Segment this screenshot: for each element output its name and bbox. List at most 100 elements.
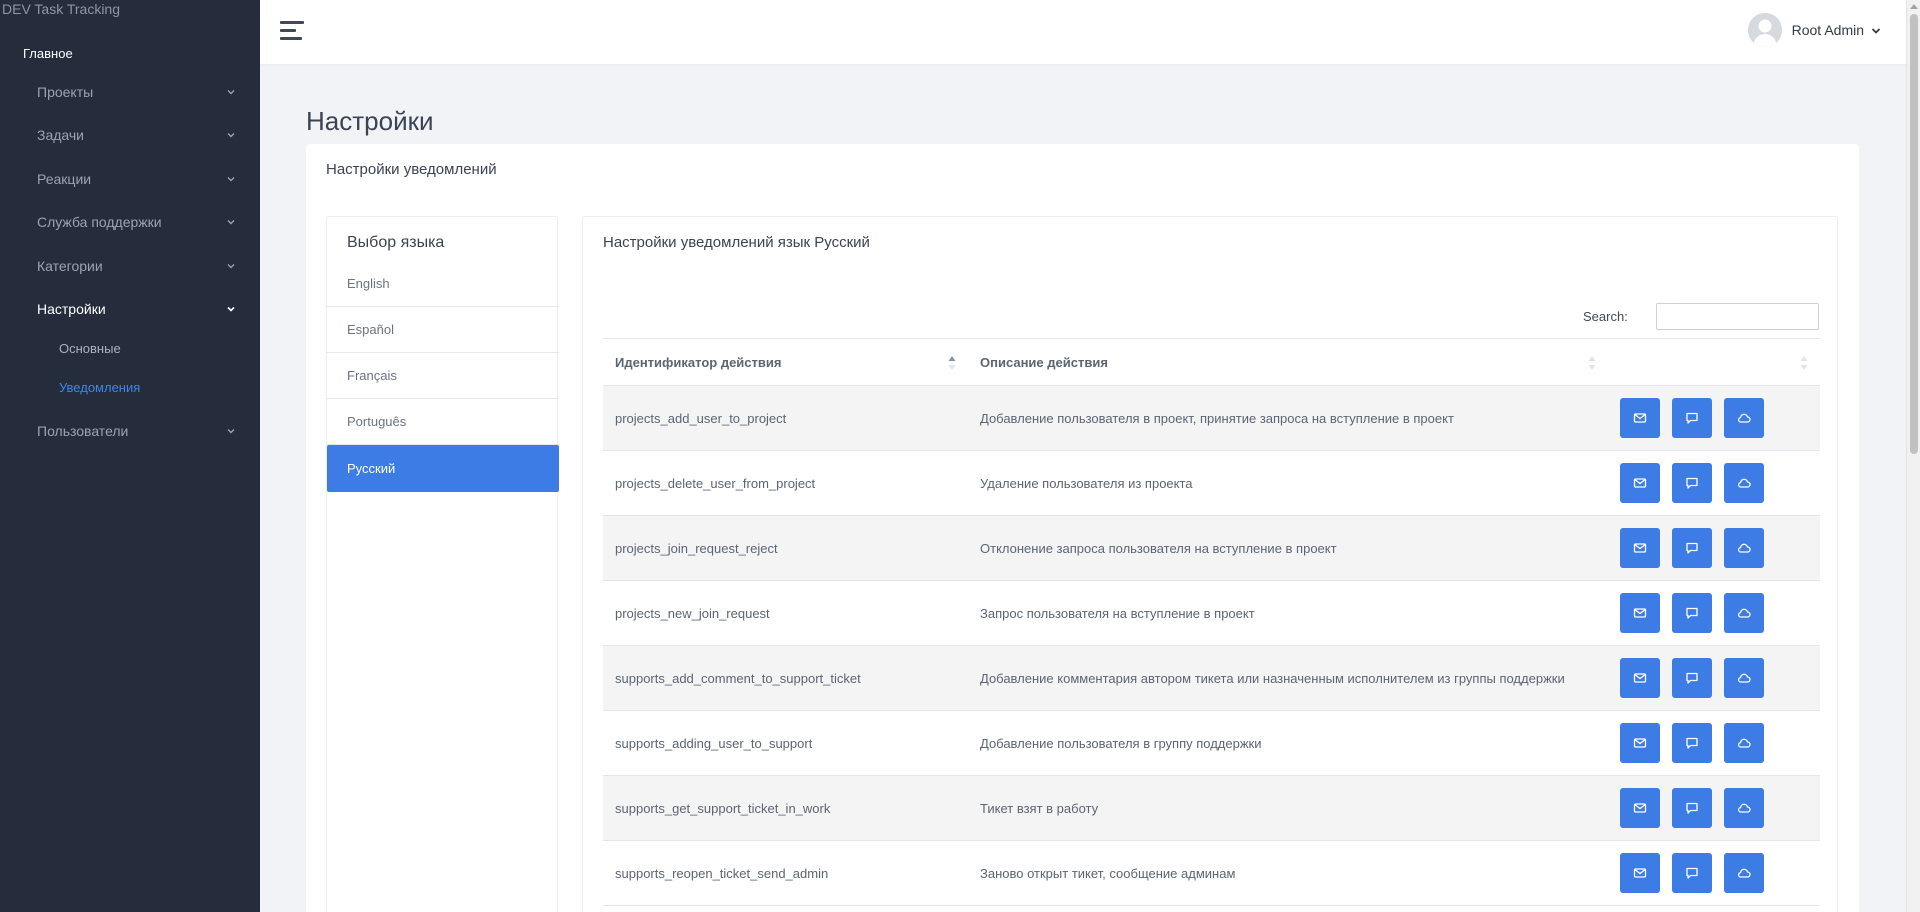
mail-icon [1633,738,1647,748]
page-scrollbar[interactable] [1906,0,1920,912]
cloud-notification-button[interactable] [1724,658,1764,698]
chat-notification-button[interactable] [1672,658,1712,698]
sidebar: DEV Task Tracking Главное Проекты Задачи… [0,0,260,912]
cloud-notification-button[interactable] [1724,398,1764,438]
cloud-icon [1737,478,1751,488]
notification-settings-card: Настройки уведомлений Выбор языка Englis… [306,144,1859,912]
cloud-notification-button[interactable] [1724,853,1764,893]
sidebar-subitem-notifications[interactable]: Уведомления [59,380,140,395]
language-selector-card: Выбор языка English Español Français Por… [326,216,559,912]
language-item-french[interactable]: Français [327,353,559,399]
top-bar: Root Admin [260,0,1906,64]
cloud-icon [1737,673,1751,683]
app-brand[interactable]: DEV Task Tracking [2,1,120,17]
chat-icon [1686,542,1698,554]
card-title: Настройки уведомлений [326,161,497,178]
email-notification-button[interactable] [1620,463,1660,503]
actions-cell [1608,516,1820,581]
email-notification-button[interactable] [1620,853,1660,893]
sidebar-section-title: Главное [23,46,73,61]
cloud-icon [1737,803,1751,813]
sidebar-item-users[interactable]: Пользователи [37,419,237,443]
chevron-down-icon [1870,24,1882,36]
sort-icon [1800,356,1808,370]
table-row: projects_new_join_request Запрос пользов… [603,581,1820,646]
chat-notification-button[interactable] [1672,788,1712,828]
chevron-down-icon [225,302,237,314]
sort-ascending-icon [948,356,956,370]
search-label: Search: [1583,309,1628,324]
chat-notification-button[interactable] [1672,528,1712,568]
cloud-notification-button[interactable] [1724,593,1764,633]
sidebar-item-support[interactable]: Служба поддержки [37,210,237,234]
sidebar-item-label: Задачи [37,127,85,143]
sidebar-item-categories[interactable]: Категории [37,254,237,278]
chat-icon [1686,607,1698,619]
email-notification-button[interactable] [1620,593,1660,633]
language-item-spanish[interactable]: Español [327,307,559,353]
chat-notification-button[interactable] [1672,723,1712,763]
email-notification-button[interactable] [1620,658,1660,698]
cloud-notification-button[interactable] [1724,788,1764,828]
email-notification-button[interactable] [1620,723,1660,763]
cloud-notification-button[interactable] [1724,723,1764,763]
actions-cell [1608,711,1820,776]
language-item-russian[interactable]: Русский [327,445,559,492]
column-header-description[interactable]: Описание действия [968,339,1608,386]
cloud-notification-button[interactable] [1724,528,1764,568]
email-notification-button[interactable] [1620,398,1660,438]
cloud-notification-button[interactable] [1724,463,1764,503]
language-item-portuguese[interactable]: Português [327,399,559,445]
description-cell: Заново открыт тикет, сообщение админам [980,865,1236,881]
chat-icon [1686,737,1698,749]
sidebar-item-label: Проекты [37,84,94,100]
description-cell: Добавление пользователя в группу поддерж… [980,735,1262,751]
action-id-cell: supports_adding_user_to_support [615,735,813,751]
chat-notification-button[interactable] [1672,593,1712,633]
sidebar-item-settings[interactable]: Настройки [37,297,237,321]
sidebar-item-tasks[interactable]: Задачи [37,123,237,147]
scroll-up-arrow-icon[interactable] [1910,4,1918,9]
language-item-english[interactable]: English [327,261,559,307]
chat-icon [1686,412,1698,424]
mail-icon [1633,543,1647,553]
hamburger-icon[interactable] [280,20,304,40]
scrollbar-thumb[interactable] [1910,14,1918,454]
notifications-table-card: Настройки уведомлений язык Русский Searc… [582,216,1838,912]
column-header-actions[interactable] [1608,339,1820,386]
chat-notification-button[interactable] [1672,463,1712,503]
user-avatar-icon [1747,13,1782,47]
chat-notification-button[interactable] [1672,853,1712,893]
table-row: supports_add_comment_to_support_ticket Д… [603,645,1820,711]
email-notification-button[interactable] [1620,788,1660,828]
sidebar-item-label: Настройки [37,301,106,317]
table-row: supports_get_support_ticket_in_work Тике… [603,775,1820,841]
table-header-row: Идентификатор действия Описание действия [603,338,1820,386]
column-header-action-id[interactable]: Идентификатор действия [603,339,968,386]
chat-icon [1686,672,1698,684]
email-notification-button[interactable] [1620,528,1660,568]
actions-cell [1608,841,1820,906]
chevron-down-icon [225,215,237,227]
actions-cell [1608,451,1820,516]
table-row: supports_adding_user_to_support Добавлен… [603,711,1820,776]
user-name: Root Admin [1791,22,1864,38]
action-id-cell: supports_add_comment_to_support_ticket [615,670,861,686]
chat-icon [1686,477,1698,489]
action-id-cell: supports_get_support_ticket_in_work [615,800,831,816]
chevron-down-icon [225,85,237,97]
language-list: English Español Français Português Русск… [327,261,559,492]
chat-notification-button[interactable] [1672,398,1712,438]
sidebar-subitem-general[interactable]: Основные [59,341,121,356]
cloud-icon [1737,868,1751,878]
user-menu[interactable]: Root Admin [1747,13,1882,47]
page-title: Настройки [306,106,434,136]
sidebar-item-projects[interactable]: Проекты [37,80,237,104]
cloud-icon [1737,608,1751,618]
search-input[interactable] [1656,303,1819,330]
table-row: projects_delete_user_from_project Удален… [603,451,1820,516]
sidebar-item-reactions[interactable]: Реакции [37,167,237,191]
action-id-cell: projects_new_join_request [615,605,770,621]
sidebar-item-label: Пользователи [37,423,129,439]
actions-cell [1608,386,1820,451]
